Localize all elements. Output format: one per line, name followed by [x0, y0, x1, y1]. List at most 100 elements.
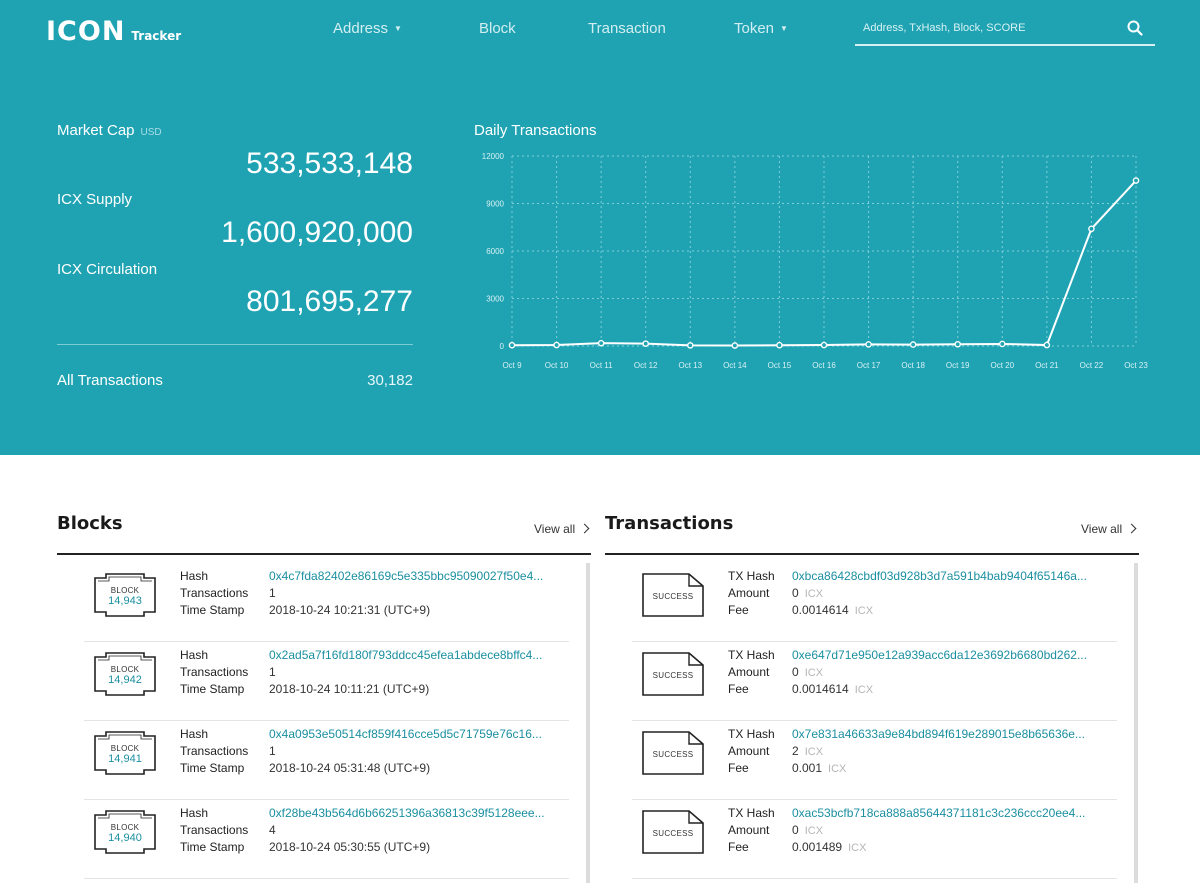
transaction-row: SUCCESS TX Hash Amount Fee 0xac53bcfb718ca88… [632, 800, 1117, 879]
block-hash-link[interactable]: 0x2ad5a7f16fd180f793ddcc45efea1abdece8bf… [269, 648, 542, 662]
chart-point[interactable] [998, 340, 1006, 348]
fee-unit: ICX [854, 684, 874, 696]
fee-label: Fee [728, 682, 749, 696]
chart-ytick-label: 0 [500, 342, 505, 351]
amount-unit: ICX [804, 667, 824, 679]
nav-block[interactable]: Block [479, 20, 516, 37]
chart-point[interactable] [1132, 177, 1140, 184]
block-timestamp: 2018-10-24 05:31:48 (UTC+9) [269, 761, 431, 775]
icx-supply-label: ICX Supply [57, 191, 133, 208]
tx-row-values: 0xbca86428cbdf03d928b3d7a591b4bab9404f65… [792, 568, 1087, 619]
all-transactions-label: All Transactions [57, 372, 163, 389]
block-tx-count: 1 [269, 586, 276, 600]
timestamp-label: Time Stamp [180, 682, 245, 696]
nav-address-label: Address [333, 20, 389, 37]
chart-point[interactable] [1088, 225, 1095, 233]
tx-amount: 0 [792, 665, 799, 679]
chart-ytick-label: 9000 [486, 200, 504, 209]
fee-label: Fee [728, 761, 749, 775]
market-cap-label-text: Market Cap [57, 122, 135, 139]
nav-transaction[interactable]: Transaction [588, 20, 666, 37]
chart-ytick-label: 6000 [486, 247, 504, 256]
chart-xtick-label: Oct 19 [946, 361, 970, 370]
block-hash-link[interactable]: 0x4c7fda82402e86169c5e335bbc95090027f50e… [269, 569, 543, 583]
chart-point[interactable] [954, 340, 962, 348]
document-icon[interactable] [642, 810, 704, 854]
document-icon[interactable] [642, 731, 704, 775]
chart-point[interactable] [776, 341, 783, 349]
document-icon[interactable] [642, 573, 704, 617]
tx-row-keys: TX Hash Amount Fee [728, 647, 775, 698]
transactions-view-all-link[interactable]: View all [1081, 522, 1137, 536]
amount-label: Amount [728, 823, 770, 837]
tx-amount: 0 [792, 823, 799, 837]
chart-ytick-label: 3000 [486, 295, 504, 304]
transactions-list: SUCCESS TX Hash Amount Fee 0xbca86428cbdf03d… [632, 563, 1132, 883]
block-row: BLOCK 14,941 Hash Transactions Time Stamp 0x4… [84, 721, 569, 800]
tx-row-keys: TX Hash Amount Fee [728, 568, 775, 619]
block-row-keys: Hash Transactions Time Stamp [180, 805, 248, 856]
tx-hash-link[interactable]: 0xac53bcfb718ca888a85644371181c3c236ccc2… [792, 806, 1085, 820]
block-row-values: 0x4c7fda82402e86169c5e335bbc95090027f50e… [269, 568, 543, 619]
chart-point[interactable] [820, 341, 828, 349]
block-icon[interactable] [94, 573, 156, 617]
tx-hash-link[interactable]: 0xbca86428cbdf03d928b3d7a591b4bab9404f65… [792, 569, 1087, 583]
chart-xtick-label: Oct 16 [812, 361, 836, 370]
tx-fee: 0.0014614 [792, 682, 849, 696]
chart-point[interactable] [553, 341, 560, 349]
block-hash-link[interactable]: 0xf28be43b564d6b66251396a36813c39f5128ee… [269, 806, 545, 820]
block-icon[interactable] [94, 810, 156, 854]
tx-hash-link[interactable]: 0x7e831a46633a9e84bd894f619e289015e8b656… [792, 727, 1085, 741]
chart-point[interactable] [508, 341, 516, 349]
search-icon[interactable] [1127, 20, 1143, 36]
chart-point[interactable] [731, 342, 739, 349]
transaction-row: SUCCESS TX Hash Amount Fee 0xbca86428cbdf03d… [632, 563, 1117, 642]
all-transactions-value: 30,182 [367, 372, 413, 389]
fee-unit: ICX [828, 763, 847, 775]
document-icon[interactable] [642, 652, 704, 696]
tx-amount: 0 [792, 586, 799, 600]
chart-point[interactable] [686, 342, 694, 349]
transactions-label: Transactions [180, 665, 249, 679]
tx-hash-label: TX Hash [728, 648, 775, 662]
chart-point[interactable] [909, 341, 917, 348]
block-icon[interactable] [94, 731, 156, 775]
block-row-values: 0x2ad5a7f16fd180f793ddcc45efea1abdece8bf… [269, 647, 542, 698]
market-cap-unit: USD [140, 127, 162, 138]
caret-down-icon: ▼ [780, 24, 788, 33]
blocks-scrollbar[interactable] [586, 563, 590, 883]
logo[interactable]: ICON Tracker [46, 16, 181, 47]
block-icon[interactable] [94, 652, 156, 696]
tx-hash-label: TX Hash [728, 569, 775, 583]
chart-point[interactable] [642, 340, 650, 347]
nav-token[interactable]: Token ▼ [734, 20, 788, 37]
search-input[interactable] [863, 19, 1118, 37]
transactions-scrollbar[interactable] [1134, 563, 1138, 883]
block-row-keys: Hash Transactions Time Stamp [180, 647, 248, 698]
block-hash-link[interactable]: 0x4a0953e50514cf859f416cce5d5c71759e76c1… [269, 727, 542, 741]
block-row: BLOCK 14,940 Hash Transactions Time Stamp 0xf… [84, 800, 569, 879]
hero-section: ICON Tracker Address ▼ Block Transaction … [0, 0, 1200, 455]
chart-point[interactable] [1043, 341, 1051, 349]
tx-row-keys: TX Hash Amount Fee [728, 805, 775, 856]
chart-xtick-label: Oct 21 [1035, 361, 1059, 370]
nav-transaction-label: Transaction [588, 20, 666, 37]
amount-label: Amount [728, 744, 770, 758]
tx-hash-link[interactable]: 0xe647d71e950e12a939acc6da12e3692b6680bd… [792, 648, 1087, 662]
nav-address[interactable]: Address ▼ [333, 20, 402, 37]
block-timestamp: 2018-10-24 05:30:55 (UTC+9) [269, 840, 431, 854]
chart-point[interactable] [597, 339, 605, 347]
tx-fee: 0.001489 [792, 840, 843, 854]
stats-divider [57, 344, 413, 345]
timestamp-label: Time Stamp [180, 761, 245, 775]
fee-label: Fee [728, 603, 749, 617]
chart-point[interactable] [865, 341, 872, 348]
tx-fee: 0.0014614 [792, 603, 849, 617]
chart-series-line [511, 179, 1137, 347]
chart-xtick-label: Oct 9 [502, 361, 522, 370]
tx-hash-label: TX Hash [728, 727, 775, 741]
amount-unit: ICX [804, 825, 824, 837]
blocks-view-all-link[interactable]: View all [534, 522, 590, 536]
blocks-list: BLOCK 14,943 Hash Transactions Time Stamp 0x4… [84, 563, 584, 883]
market-cap-label: Market Cap USD [57, 122, 162, 139]
